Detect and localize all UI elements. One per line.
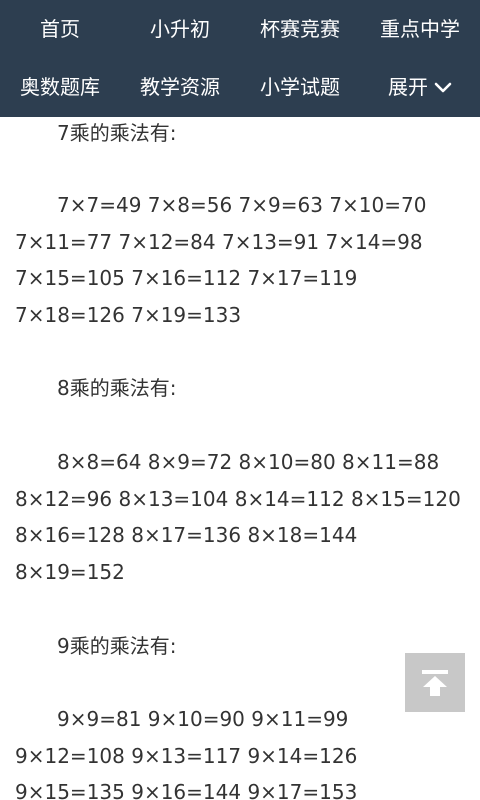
nav-row-1: 首页 小升初 杯赛竞赛 重点中学	[0, 0, 480, 58]
nav-item-primary-exams[interactable]: 小学试题	[240, 58, 360, 116]
nav-item-cup-competitions[interactable]: 杯赛竞赛	[240, 0, 360, 58]
nav-item-key-middle-schools[interactable]: 重点中学	[360, 0, 480, 58]
section-heading-9: 9乘的乘法有:	[57, 634, 177, 658]
text-line: 8×16=128 8×17=136 8×18=144	[15, 523, 358, 547]
nav-row-2: 奥数题库 教学资源 小学试题 展开	[0, 58, 480, 116]
back-to-top-button[interactable]	[405, 653, 465, 712]
text-line: 7×7=49 7×8=56 7×9=63 7×10=70	[57, 193, 427, 217]
text-line: 8×12=96 8×13=104 8×14=112 8×15=120	[15, 487, 461, 511]
text-line: 9×12=108 9×13=117 9×14=126	[15, 744, 358, 768]
text-line: 9×15=135 9×16=144 9×17=153	[15, 780, 358, 800]
chevron-down-icon	[434, 58, 452, 116]
text-line: 8×8=64 8×9=72 8×10=80 8×11=88	[57, 450, 440, 474]
nav-item-home[interactable]: 首页	[0, 0, 120, 58]
nav-item-expand[interactable]: 展开	[360, 58, 480, 116]
expand-label: 展开	[388, 75, 428, 99]
nav-item-olympiad-bank[interactable]: 奥数题库	[0, 58, 120, 116]
text-line: 7×15=105 7×16=112 7×17=119	[15, 266, 358, 290]
text-line: 7×11=77 7×12=84 7×13=91 7×14=98	[15, 230, 423, 254]
text-line: 7×18=126 7×19=133	[15, 303, 242, 327]
nav-item-teaching-resources[interactable]: 教学资源	[120, 58, 240, 116]
text-line: 8×19=152	[15, 560, 125, 584]
section-heading-7: 7乘的乘法有:	[57, 121, 177, 145]
top-navigation: 首页 小升初 杯赛竞赛 重点中学 奥数题库 教学资源 小学试题 展开	[0, 0, 480, 117]
nav-item-junior-high-entrance[interactable]: 小升初	[120, 0, 240, 58]
section-heading-8: 8乘的乘法有:	[57, 376, 177, 400]
arrow-up-to-top-icon	[422, 670, 448, 696]
text-line: 9×9=81 9×10=90 9×11=99	[57, 707, 349, 731]
